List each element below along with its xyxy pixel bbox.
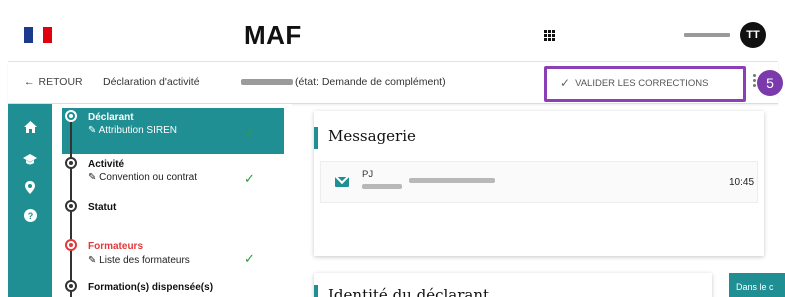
status-text: (état: Demande de complément) xyxy=(295,76,446,88)
card-accent xyxy=(314,285,318,297)
paperclip-icon: ✎ xyxy=(88,172,100,183)
side-tab[interactable]: Dans le c xyxy=(729,273,785,297)
step-sub-activite[interactable]: ✎ Convention ou contrat xyxy=(88,172,197,183)
steps-panel: Déclarant ✎ Attribution SIREN ✓ Activité… xyxy=(52,104,292,297)
action-bar: ← RETOUR Déclaration d'activité (état: De… xyxy=(8,62,778,104)
home-icon[interactable] xyxy=(23,120,37,134)
user-name-redacted xyxy=(684,30,730,40)
mail-icon xyxy=(335,177,349,187)
step-sub-declarant[interactable]: ✎ Attribution SIREN xyxy=(88,125,177,136)
more-vert-icon[interactable] xyxy=(753,74,756,89)
breadcrumb: Déclaration d'activité xyxy=(103,76,200,88)
validate-label: VALIDER LES CORRECTIONS xyxy=(575,77,709,89)
user-avatar[interactable]: TT xyxy=(740,22,766,48)
french-flag-logo[interactable] xyxy=(24,27,52,43)
step-sub-label: Liste des formateurs xyxy=(99,255,190,266)
identity-title: Identité du déclarant xyxy=(328,286,490,297)
identity-card: Identité du déclarant xyxy=(314,273,712,297)
step-title-activite[interactable]: Activité xyxy=(88,159,124,170)
check-icon: ✓ xyxy=(244,125,255,140)
svg-text:?: ? xyxy=(27,211,33,221)
back-link[interactable]: ← RETOUR xyxy=(24,76,83,88)
check-icon: ✓ xyxy=(244,171,255,186)
step-marker xyxy=(65,200,77,212)
grid-apps-icon[interactable] xyxy=(544,30,555,41)
location-pin-icon[interactable] xyxy=(23,180,37,194)
step-title-statut[interactable]: Statut xyxy=(88,202,116,213)
top-header: MAF TT xyxy=(8,6,778,62)
step-title-declarant[interactable]: Déclarant xyxy=(88,112,134,123)
check-icon: ✓ xyxy=(244,251,255,266)
step-title-formations[interactable]: Formation(s) dispensée(s) xyxy=(88,282,213,293)
step-number-badge: 5 xyxy=(757,70,783,96)
step-marker xyxy=(65,157,77,169)
messaging-title: Messagerie xyxy=(328,127,416,145)
message-row[interactable]: PJ 10:45 xyxy=(320,161,758,203)
messaging-card: Messagerie PJ 10:45 xyxy=(314,111,764,256)
step-sub-label: Convention ou contrat xyxy=(99,172,198,183)
card-accent xyxy=(314,127,318,149)
message-sender-redacted xyxy=(362,184,402,189)
declaration-id-redacted xyxy=(241,79,293,85)
graduation-cap-icon[interactable] xyxy=(23,152,37,166)
message-subject-redacted xyxy=(409,178,495,183)
step-marker xyxy=(65,110,77,122)
message-time: 10:45 xyxy=(729,177,755,188)
step-title-formateurs[interactable]: Formateurs xyxy=(88,241,143,252)
app-title: MAF xyxy=(244,20,302,50)
arrow-left-icon: ← xyxy=(24,76,35,88)
left-rail: ? xyxy=(8,104,52,297)
step-sub-formateurs[interactable]: ✎ Liste des formateurs xyxy=(88,255,190,266)
paperclip-icon: ✎ xyxy=(88,255,100,266)
check-icon: ✓ xyxy=(560,76,571,90)
step-marker xyxy=(65,280,77,292)
paperclip-icon: ✎ xyxy=(88,125,99,136)
message-from: PJ xyxy=(362,169,374,180)
step-marker-error xyxy=(65,239,77,251)
validate-corrections-button[interactable]: ✓ VALIDER LES CORRECTIONS xyxy=(560,76,708,90)
back-label: RETOUR xyxy=(38,76,83,88)
help-icon[interactable]: ? xyxy=(23,208,37,222)
step-sub-label: Attribution SIREN xyxy=(98,125,177,136)
